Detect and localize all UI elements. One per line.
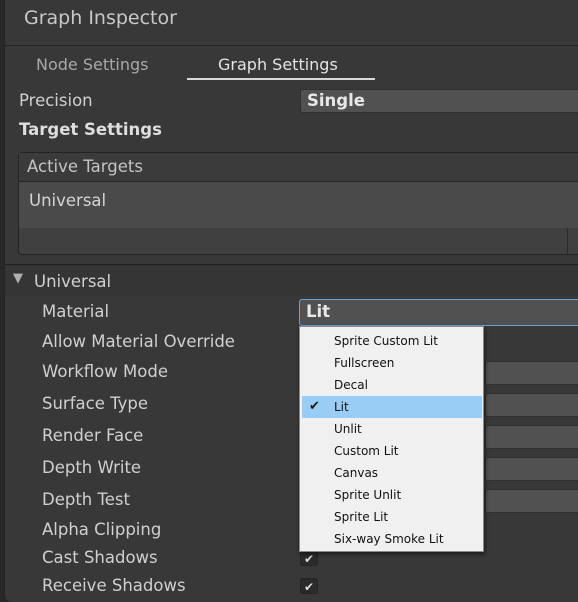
workflow-mode-label: Workflow Mode [42,362,168,381]
active-tab-indicator [187,78,375,80]
menu-item-canvas[interactable]: Canvas [302,462,482,484]
menu-item-unlit[interactable]: Unlit [302,418,482,440]
list-footer-divider [567,228,568,255]
tab-graph-settings[interactable]: Graph Settings [218,55,338,74]
window-title: Graph Inspector [24,7,177,29]
checkmark-icon: ✔ [303,552,315,566]
precision-label: Precision [19,91,93,110]
expand-triangle-icon[interactable]: ▼ [13,271,23,286]
title-divider [5,45,578,46]
render-face-label: Render Face [42,426,144,445]
target-settings-heading: Target Settings [19,120,162,139]
menu-item-custom-lit[interactable]: Custom Lit [302,440,482,462]
depth-write-dropdown[interactable] [485,457,578,481]
alpha-clipping-label: Alpha Clipping [42,520,162,539]
cast-shadows-label: Cast Shadows [42,548,158,567]
surface-type-dropdown[interactable] [485,393,578,417]
menu-item-sprite-custom-lit[interactable]: Sprite Custom Lit [302,330,482,352]
active-targets-header-label: Active Targets [27,157,143,176]
menu-item-lit[interactable]: ✔ Lit [302,396,482,418]
render-face-dropdown[interactable] [485,425,578,449]
workflow-mode-dropdown[interactable] [485,361,578,385]
material-dropdown[interactable]: Lit [299,299,578,326]
cast-shadows-checkbox[interactable]: ✔ [300,550,318,566]
receive-shadows-label: Receive Shadows [42,576,186,595]
depth-test-label: Depth Test [42,490,130,509]
menu-item-sprite-lit[interactable]: Sprite Lit [302,506,482,528]
menu-item-six-way-smoke-lit[interactable]: Six-way Smoke Lit [302,528,482,550]
surface-type-label: Surface Type [42,394,149,413]
target-item-universal[interactable]: Universal [29,191,106,210]
receive-shadows-checkbox[interactable]: ✔ [300,578,318,594]
material-options-menu: Sprite Custom Lit Fullscreen Decal ✔ Lit … [299,326,484,552]
depth-write-label: Depth Write [42,458,142,477]
graph-inspector-panel: Graph Inspector Node Settings Graph Sett… [4,0,578,602]
universal-section-label[interactable]: Universal [34,272,111,291]
depth-test-dropdown[interactable] [485,489,578,513]
checkmark-icon: ✔ [303,580,315,594]
allow-material-override-label: Allow Material Override [42,332,235,351]
precision-dropdown[interactable]: Single [300,89,578,113]
material-label: Material [42,302,110,321]
menu-item-fullscreen[interactable]: Fullscreen [302,352,482,374]
menu-item-decal[interactable]: Decal [302,374,482,396]
menu-item-sprite-unlit[interactable]: Sprite Unlit [302,484,482,506]
tab-node-settings[interactable]: Node Settings [36,55,148,74]
checkmark-icon: ✔ [309,399,320,414]
